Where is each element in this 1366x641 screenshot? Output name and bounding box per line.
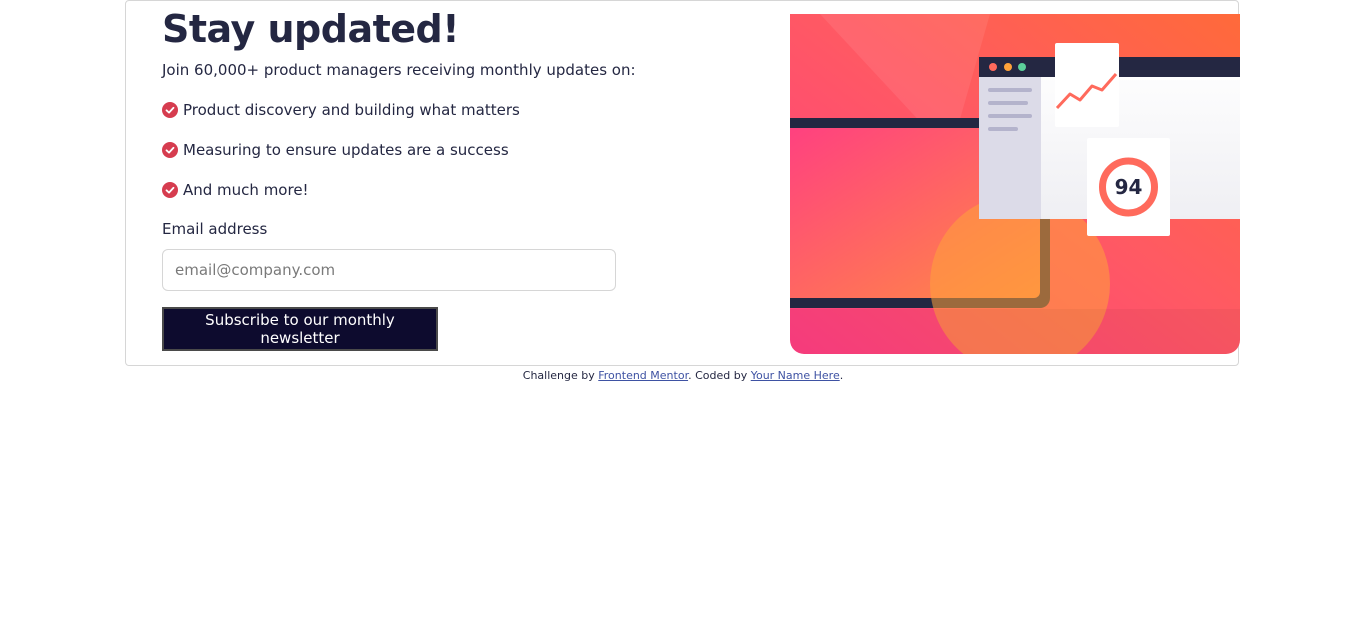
footer-suffix: . (839, 369, 844, 382)
feature-item: And much more! (162, 180, 309, 200)
intro-text: Join 60,000+ product managers receiving … (162, 61, 636, 79)
frontend-mentor-link[interactable]: Frontend Mentor (598, 369, 688, 382)
feature-item: Measuring to ensure updates are a succes… (162, 140, 509, 160)
email-field[interactable] (162, 249, 616, 291)
email-label: Email address (162, 220, 268, 238)
check-icon (162, 142, 178, 158)
check-icon (162, 182, 178, 198)
footer-middle: . Coded by (688, 369, 751, 382)
check-icon (162, 102, 178, 118)
illustration-graphic: 94 (790, 14, 1240, 354)
feature-label: And much more! (183, 181, 309, 199)
feature-item: Product discovery and building what matt… (162, 100, 520, 120)
attribution-footer: Challenge by Frontend Mentor. Coded by Y… (0, 369, 1366, 382)
page-title: Stay updated! (162, 7, 460, 51)
score-value: 94 (1115, 175, 1143, 199)
author-link[interactable]: Your Name Here (751, 369, 840, 382)
feature-label: Product discovery and building what matt… (183, 101, 520, 119)
feature-label: Measuring to ensure updates are a succes… (183, 141, 509, 159)
newsletter-card: Stay updated! Join 60,000+ product manag… (125, 0, 1240, 366)
footer-prefix: Challenge by (522, 369, 599, 382)
dashboard-illustration: 94 (790, 14, 1240, 354)
subscribe-button[interactable]: Subscribe to our monthly newsletter (162, 307, 438, 351)
